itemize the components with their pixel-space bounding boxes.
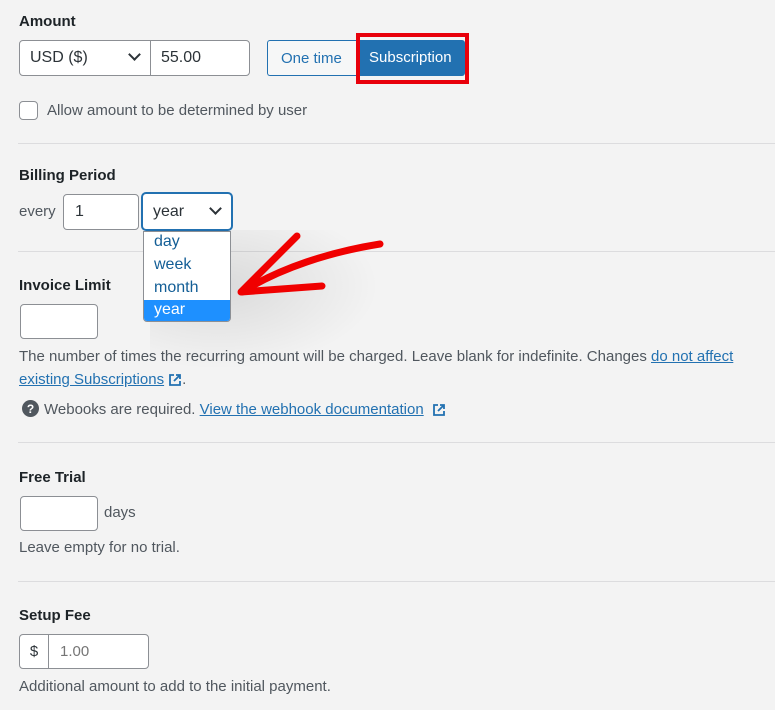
annotation-arrow-icon [237,232,384,296]
